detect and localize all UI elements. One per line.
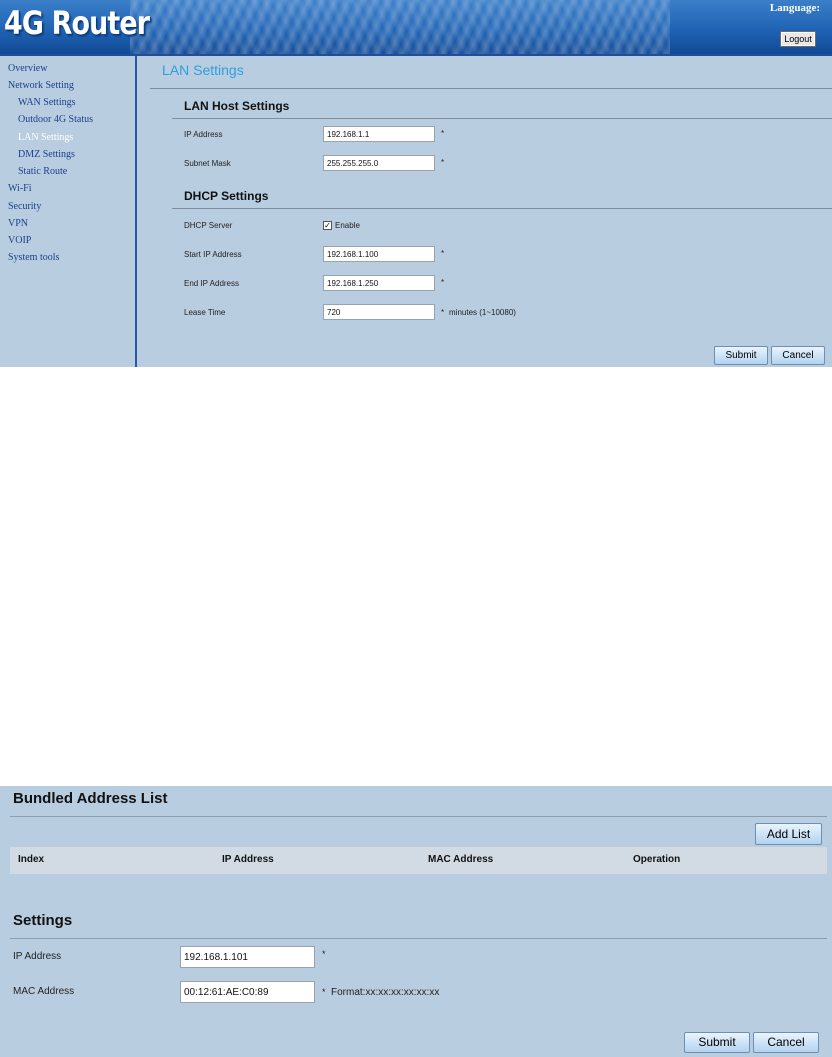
page-title: LAN Settings bbox=[162, 62, 244, 78]
title-divider bbox=[150, 88, 832, 89]
sidebar-item-wifi[interactable]: Wi-Fi bbox=[8, 183, 32, 194]
cancel-button[interactable]: Cancel bbox=[771, 346, 825, 365]
column-header-index: Index bbox=[18, 854, 45, 865]
sidebar-item-overview[interactable]: Overview bbox=[8, 63, 47, 74]
required-mark: * bbox=[441, 308, 445, 317]
mac-format-hint: Format:xx:xx:xx:xx:xx:xx bbox=[331, 987, 440, 998]
language-label[interactable]: Language: bbox=[770, 2, 820, 14]
section-divider bbox=[172, 118, 832, 119]
column-header-ip-address: IP Address bbox=[222, 854, 274, 865]
router-logo: 4G Router bbox=[4, 4, 150, 42]
sidebar-nav: Overview Network Setting WAN Settings Ou… bbox=[0, 56, 135, 367]
settings-heading: Settings bbox=[13, 912, 73, 929]
lease-time-hint: minutes (1~10080) bbox=[449, 308, 516, 317]
dhcp-enable-label: Enable bbox=[335, 221, 360, 230]
settings-mac-label: MAC Address bbox=[13, 986, 75, 997]
required-mark: * bbox=[441, 129, 445, 138]
sidebar-item-network-setting[interactable]: Network Setting bbox=[8, 80, 74, 91]
sidebar-divider bbox=[135, 56, 137, 367]
settings-ip-label: IP Address bbox=[13, 951, 62, 962]
subnet-mask-label: Subnet Mask bbox=[184, 159, 231, 168]
sidebar-item-lan-settings[interactable]: LAN Settings bbox=[18, 132, 73, 143]
dhcp-enable-checkbox[interactable]: ✓ bbox=[323, 221, 332, 230]
end-ip-input[interactable] bbox=[323, 275, 435, 291]
section-divider bbox=[10, 938, 827, 939]
sidebar-item-system-tools[interactable]: System tools bbox=[8, 252, 59, 263]
required-mark: * bbox=[322, 987, 326, 997]
section-divider bbox=[10, 816, 827, 817]
bundled-submit-button[interactable]: Submit bbox=[684, 1032, 750, 1053]
required-mark: * bbox=[322, 949, 326, 959]
ip-address-input[interactable] bbox=[323, 126, 435, 142]
lease-time-label: Lease Time bbox=[184, 308, 226, 317]
subnet-mask-input[interactable] bbox=[323, 155, 435, 171]
table-header: Index IP Address MAC Address Operation bbox=[10, 847, 827, 874]
section-divider bbox=[172, 208, 832, 209]
start-ip-input[interactable] bbox=[323, 246, 435, 262]
sidebar-item-security[interactable]: Security bbox=[8, 201, 41, 212]
lan-settings-screen: 4G Router Language: Logout Overview Netw… bbox=[0, 0, 832, 367]
start-ip-label: Start IP Address bbox=[184, 250, 242, 259]
header-banner: 4G Router Language: Logout bbox=[0, 0, 832, 54]
ip-address-label: IP Address bbox=[184, 130, 223, 139]
dhcp-server-label: DHCP Server bbox=[184, 221, 233, 230]
sidebar-item-static-route[interactable]: Static Route bbox=[18, 166, 67, 177]
column-header-operation: Operation bbox=[633, 854, 681, 865]
bundled-heading: Bundled Address List bbox=[13, 790, 168, 807]
column-header-mac-address: MAC Address bbox=[428, 854, 494, 865]
bundled-address-screen: Bundled Address List Add List Index IP A… bbox=[0, 786, 832, 1057]
sidebar-item-outdoor-4g-status[interactable]: Outdoor 4G Status bbox=[18, 114, 93, 125]
bundled-cancel-button[interactable]: Cancel bbox=[753, 1032, 819, 1053]
banner-decoration bbox=[130, 0, 670, 54]
required-mark: * bbox=[441, 158, 445, 167]
sidebar-item-dmz-settings[interactable]: DMZ Settings bbox=[18, 149, 75, 160]
settings-mac-input[interactable] bbox=[180, 981, 315, 1003]
required-mark: * bbox=[441, 278, 445, 287]
logout-button[interactable]: Logout bbox=[780, 31, 816, 47]
sidebar-item-voip[interactable]: VOIP bbox=[8, 235, 31, 246]
settings-ip-input[interactable] bbox=[180, 946, 315, 968]
required-mark: * bbox=[441, 249, 445, 258]
dhcp-heading: DHCP Settings bbox=[184, 189, 269, 203]
add-list-button[interactable]: Add List bbox=[755, 823, 822, 845]
lan-host-heading: LAN Host Settings bbox=[184, 99, 290, 113]
end-ip-label: End IP Address bbox=[184, 279, 239, 288]
sidebar-item-wan-settings[interactable]: WAN Settings bbox=[18, 97, 76, 108]
sidebar-item-vpn[interactable]: VPN bbox=[8, 218, 28, 229]
submit-button[interactable]: Submit bbox=[714, 346, 768, 365]
lease-time-input[interactable] bbox=[323, 304, 435, 320]
